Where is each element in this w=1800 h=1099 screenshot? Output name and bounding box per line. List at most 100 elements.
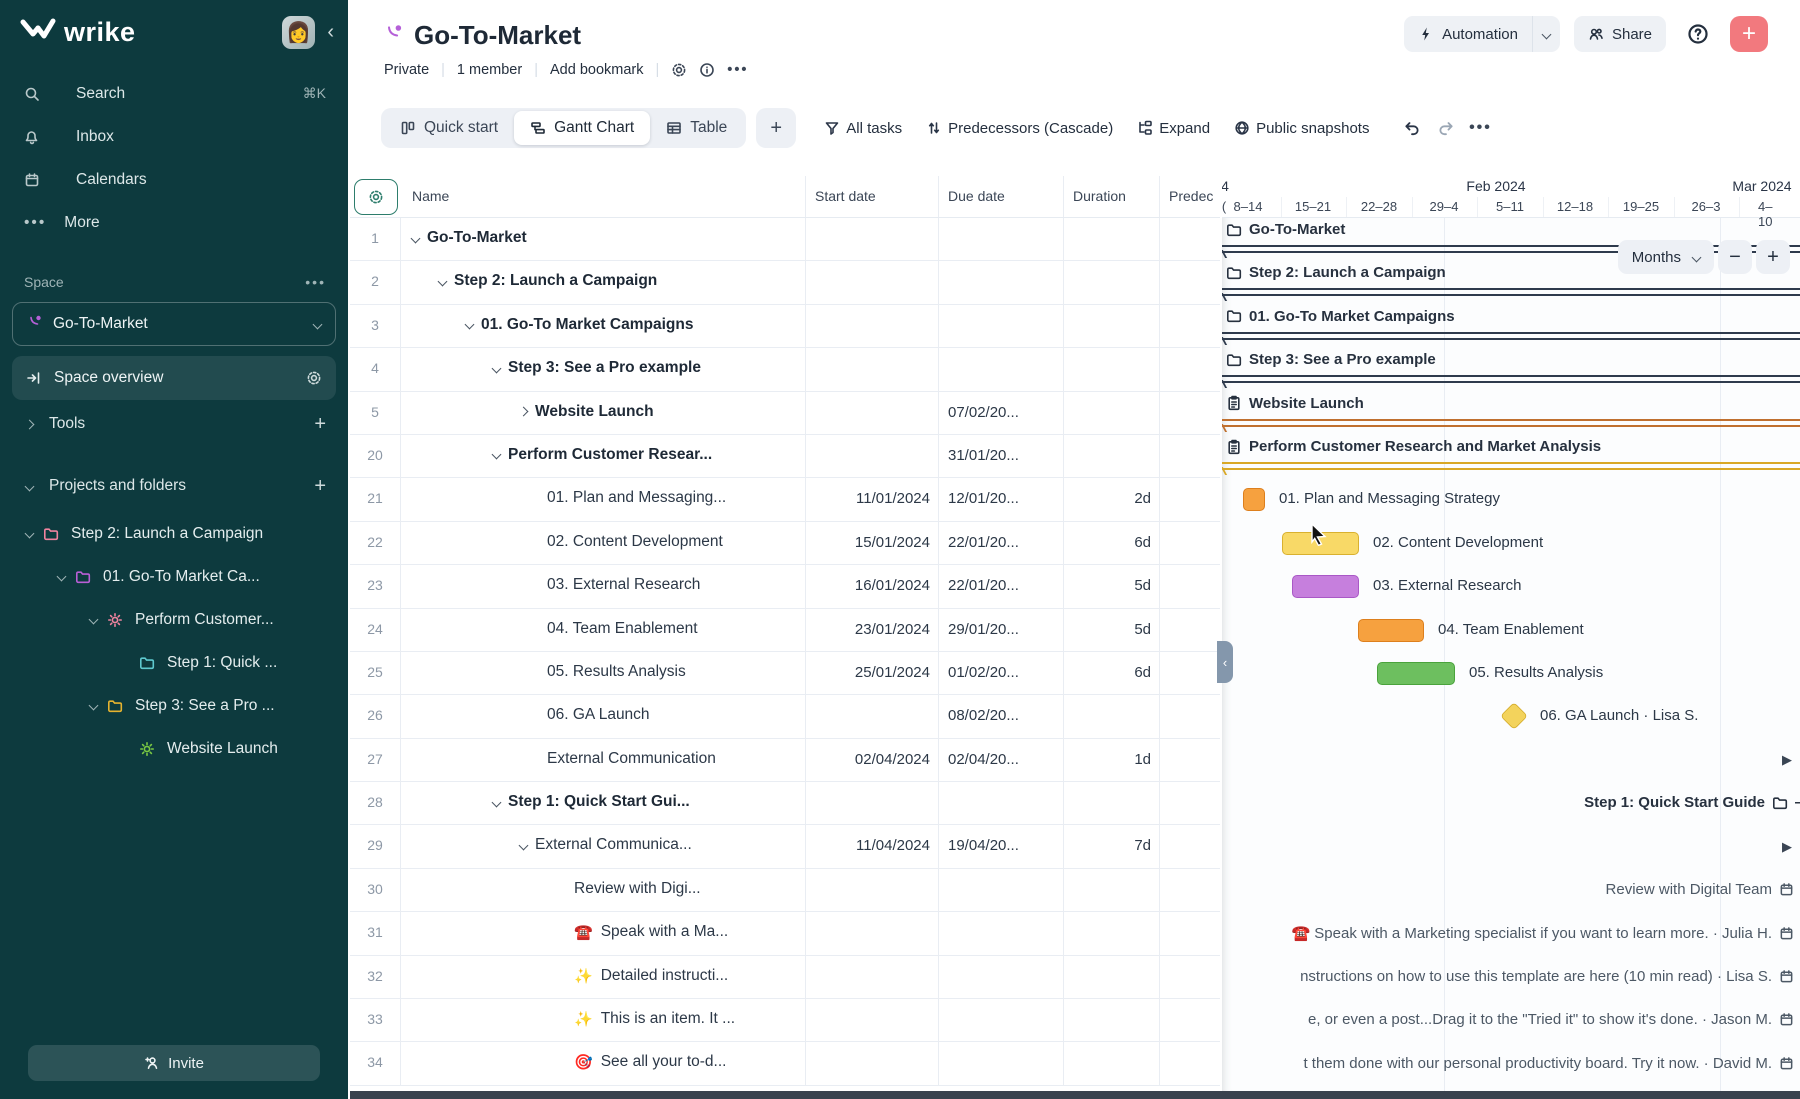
- gantt-row[interactable]: Review with Digital Team: [1222, 869, 1800, 912]
- gantt-row[interactable]: ▶: [1222, 826, 1800, 869]
- table-row[interactable]: 1Go-To-Market: [350, 218, 1220, 261]
- table-row[interactable]: 28Step 1: Quick Start Gui...: [350, 782, 1220, 825]
- gantt-row[interactable]: e, or even a post...Drag it to the "Trie…: [1222, 999, 1800, 1042]
- table-row[interactable]: 30Review with Digi...: [350, 869, 1220, 912]
- zoom-out-button[interactable]: −: [1718, 240, 1752, 274]
- due-date-cell[interactable]: 02/04/20...: [948, 751, 1019, 768]
- table-row[interactable]: 20Perform Customer Resear...31/01/20...: [350, 435, 1220, 478]
- row-chevron-icon[interactable]: [411, 233, 421, 243]
- duration-cell[interactable]: 7d: [1063, 837, 1151, 854]
- settings-gear-icon[interactable]: [671, 62, 687, 78]
- duration-cell[interactable]: 2d: [1063, 490, 1151, 507]
- summary-bar[interactable]: [1222, 419, 1800, 427]
- invite-button[interactable]: Invite: [28, 1045, 320, 1081]
- tab-gantt-chart[interactable]: Gantt Chart: [514, 111, 650, 145]
- summary-bar[interactable]: [1222, 375, 1800, 383]
- table-row[interactable]: 2101. Plan and Messaging...11/01/202412/…: [350, 478, 1220, 521]
- duration-cell[interactable]: 5d: [1063, 621, 1151, 638]
- due-date-cell[interactable]: 31/01/20...: [948, 447, 1019, 464]
- gantt-chart[interactable]: 4Feb 2024Mar 2024 (8–1415–2122–2829–45–1…: [1222, 176, 1800, 1091]
- sidebar-item-projects[interactable]: Projects and folders +: [0, 462, 348, 510]
- row-chevron-icon[interactable]: [465, 320, 475, 330]
- chevron-down-icon[interactable]: [89, 615, 99, 625]
- task-bar[interactable]: [1292, 575, 1359, 598]
- tree-item[interactable]: Step 3: See a Pro ...: [0, 684, 348, 727]
- tab-quick-start[interactable]: Quick start: [384, 111, 514, 145]
- start-date-cell[interactable]: 15/01/2024: [805, 534, 930, 551]
- sidebar-item-tools[interactable]: Tools +: [0, 400, 348, 448]
- undo-button[interactable]: [1395, 111, 1429, 145]
- col-header-duration[interactable]: Duration: [1073, 188, 1126, 204]
- table-row[interactable]: 34🎯See all your to-d...: [350, 1042, 1220, 1085]
- gantt-row[interactable]: 06. GA Launch · Lisa S.: [1222, 695, 1800, 738]
- col-header-name[interactable]: Name: [412, 188, 449, 204]
- tree-item[interactable]: Perform Customer...: [0, 598, 348, 641]
- avatar[interactable]: 👩: [282, 16, 315, 49]
- members-link[interactable]: 1 member: [457, 62, 522, 78]
- table-row[interactable]: 2606. GA Launch08/02/20...: [350, 695, 1220, 738]
- automation-dropdown-button[interactable]: [1532, 16, 1560, 52]
- tab-table[interactable]: Table: [650, 111, 743, 145]
- row-chevron-icon[interactable]: [519, 407, 529, 417]
- start-date-cell[interactable]: 16/01/2024: [805, 577, 930, 594]
- table-row[interactable]: 301. Go-To Market Campaigns: [350, 305, 1220, 348]
- gantt-row[interactable]: 01. Plan and Messaging Strategy: [1222, 478, 1800, 521]
- offscreen-task-arrow[interactable]: ▶: [1782, 752, 1792, 768]
- row-chevron-icon[interactable]: [438, 276, 448, 286]
- chevron-down-icon[interactable]: [89, 701, 99, 711]
- gantt-row[interactable]: Step 1: Quick Start Guide—: [1222, 782, 1800, 825]
- gear-icon[interactable]: [306, 370, 322, 386]
- due-date-cell[interactable]: 08/02/20...: [948, 707, 1019, 724]
- task-bar[interactable]: [1282, 532, 1359, 555]
- gantt-row[interactable]: ☎️ Speak with a Marketing specialist if …: [1222, 912, 1800, 955]
- row-chevron-icon[interactable]: [492, 363, 502, 373]
- sidebar-collapse-button[interactable]: ‹: [327, 21, 334, 44]
- gantt-row[interactable]: Perform Customer Research and Market Ana…: [1222, 435, 1800, 478]
- sort-button[interactable]: Predecessors (Cascade): [914, 110, 1125, 146]
- row-chevron-icon[interactable]: [492, 797, 502, 807]
- bottom-scrollbar[interactable]: [350, 1091, 1800, 1099]
- gantt-row[interactable]: Step 3: See a Pro example: [1222, 348, 1800, 391]
- sidebar-item-calendars[interactable]: Calendars: [0, 158, 348, 201]
- chevron-down-icon[interactable]: [25, 529, 35, 539]
- privacy-label[interactable]: Private: [384, 62, 429, 78]
- gantt-row[interactable]: 01. Go-To Market Campaigns: [1222, 305, 1800, 348]
- create-new-button[interactable]: +: [1730, 16, 1768, 52]
- table-row[interactable]: 4Step 3: See a Pro example: [350, 348, 1220, 391]
- row-chevron-icon[interactable]: [492, 450, 502, 460]
- add-tool-icon[interactable]: +: [314, 413, 326, 436]
- due-date-cell[interactable]: 01/02/20...: [948, 664, 1019, 681]
- sidebar-item-search[interactable]: Search⌘K: [0, 72, 348, 115]
- table-row[interactable]: 2Step 2: Launch a Campaign: [350, 261, 1220, 304]
- due-date-cell[interactable]: 07/02/20...: [948, 404, 1019, 421]
- gantt-row[interactable]: Website Launch: [1222, 392, 1800, 435]
- task-bar[interactable]: [1377, 662, 1455, 685]
- row-chevron-icon[interactable]: [519, 841, 529, 851]
- due-date-cell[interactable]: 19/04/20...: [948, 837, 1019, 854]
- sidebar-item-more[interactable]: •••More: [0, 201, 348, 244]
- start-date-cell[interactable]: 23/01/2024: [805, 621, 930, 638]
- start-date-cell[interactable]: 11/01/2024: [805, 490, 930, 507]
- table-row[interactable]: 2505. Results Analysis25/01/202401/02/20…: [350, 652, 1220, 695]
- gantt-row[interactable]: 02. Content Development: [1222, 522, 1800, 565]
- duration-cell[interactable]: 6d: [1063, 664, 1151, 681]
- start-date-cell[interactable]: 11/04/2024: [805, 837, 930, 854]
- tree-item[interactable]: Step 2: Launch a Campaign: [0, 512, 348, 555]
- filter-button[interactable]: All tasks: [812, 110, 914, 146]
- task-bar[interactable]: [1358, 619, 1424, 642]
- more-options-icon[interactable]: •••: [727, 62, 748, 78]
- table-row[interactable]: 27External Communication02/04/202402/04/…: [350, 739, 1220, 782]
- col-header-start[interactable]: Start date: [815, 188, 876, 204]
- tree-item[interactable]: Website Launch: [0, 727, 348, 770]
- due-date-cell[interactable]: 22/01/20...: [948, 577, 1019, 594]
- due-date-cell[interactable]: 22/01/20...: [948, 534, 1019, 551]
- add-view-button[interactable]: +: [756, 108, 796, 148]
- summary-bar[interactable]: [1222, 462, 1800, 470]
- start-date-cell[interactable]: 25/01/2024: [805, 664, 930, 681]
- table-row[interactable]: 2404. Team Enablement23/01/202429/01/20.…: [350, 609, 1220, 652]
- gantt-row[interactable]: t them done with our personal productivi…: [1222, 1043, 1800, 1086]
- gantt-row[interactable]: 03. External Research: [1222, 565, 1800, 608]
- table-row[interactable]: 32✨Detailed instructi...: [350, 956, 1220, 999]
- due-date-cell[interactable]: 29/01/20...: [948, 621, 1019, 638]
- task-bar[interactable]: [1243, 488, 1265, 511]
